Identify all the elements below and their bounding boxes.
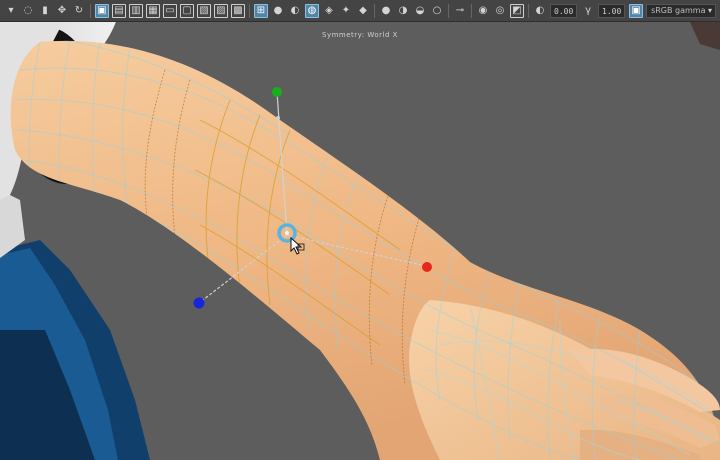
x-axis-tip[interactable] <box>422 262 432 272</box>
viewport-panel-toolbar: ▾ ◌ ▮ ✥ ↻ ▣ ▤ ▥ ▦ ▭ ▢ ▧ ▨ ▩ ⊞ ● ◐ ◍ ◈ ✦ … <box>0 0 720 22</box>
lighting-icon[interactable]: ✦ <box>339 4 353 18</box>
paint-select-icon[interactable]: ▮ <box>38 4 52 18</box>
xray-icon[interactable]: ◉ <box>476 4 490 18</box>
wireframe-icon[interactable]: ⊞ <box>254 3 268 18</box>
toolbar-separator <box>374 3 375 18</box>
motion-blur-icon[interactable]: ◑ <box>396 4 410 18</box>
lasso-icon[interactable]: ◌ <box>21 4 35 18</box>
field-chart-icon[interactable]: ▨ <box>214 3 228 18</box>
toolbar-separator <box>528 3 529 18</box>
y-axis-tip[interactable] <box>272 87 282 97</box>
viewport-3d[interactable] <box>0 0 720 460</box>
film-gate-icon[interactable]: ▭ <box>163 3 177 18</box>
xray-joints-icon[interactable]: ◎ <box>493 4 507 18</box>
depth-of-field-icon[interactable]: ○ <box>430 4 444 18</box>
select-icon[interactable]: ▾ <box>4 4 18 18</box>
shadows-icon[interactable]: ◆ <box>356 4 370 18</box>
view-transform-dropdown[interactable]: sRGB gamma ▾ <box>646 3 717 18</box>
toolbar-separator <box>471 3 472 18</box>
safe-action-icon[interactable]: ▩ <box>231 3 245 18</box>
exposure-icon[interactable]: ◐ <box>533 4 547 18</box>
gate-mask-icon[interactable]: ▧ <box>197 3 211 18</box>
symmetry-label: Symmetry: World X <box>322 31 398 39</box>
gamma-icon[interactable]: γ <box>581 4 595 18</box>
color-management-icon[interactable]: ▣ <box>629 3 644 18</box>
bookmark-icon[interactable]: ▤ <box>112 3 126 18</box>
textured-icon[interactable]: ◈ <box>322 4 336 18</box>
exposure-field[interactable]: 0.00 <box>550 3 578 18</box>
wireframe-on-shaded-icon[interactable]: ◍ <box>305 3 319 18</box>
move-icon[interactable]: ✥ <box>55 4 69 18</box>
resolution-gate-icon[interactable]: ▢ <box>180 3 194 18</box>
rotate-icon[interactable]: ↻ <box>72 4 86 18</box>
toolbar-separator <box>249 3 250 18</box>
toolbar-separator <box>90 3 91 18</box>
toolbar-separator <box>448 3 449 18</box>
isolate-select-icon[interactable]: ⊸ <box>453 4 467 18</box>
chevron-down-icon: ▾ <box>708 5 713 15</box>
backface-culling-icon[interactable]: ◩ <box>510 3 524 18</box>
gamma-field[interactable]: 1.00 <box>598 3 626 18</box>
z-axis-tip[interactable] <box>193 297 205 309</box>
image-plane-icon[interactable]: ▥ <box>129 3 143 18</box>
anti-aliasing-icon[interactable]: ◒ <box>413 4 427 18</box>
ambient-occlusion-icon[interactable]: ● <box>379 4 393 18</box>
grid-icon[interactable]: ▦ <box>146 3 160 18</box>
view-transform-value: sRGB gamma <box>651 5 706 15</box>
smooth-shade-icon[interactable]: ● <box>271 4 285 18</box>
default-material-icon[interactable]: ◐ <box>288 4 302 18</box>
camera-attributes-icon[interactable]: ▣ <box>95 3 109 18</box>
